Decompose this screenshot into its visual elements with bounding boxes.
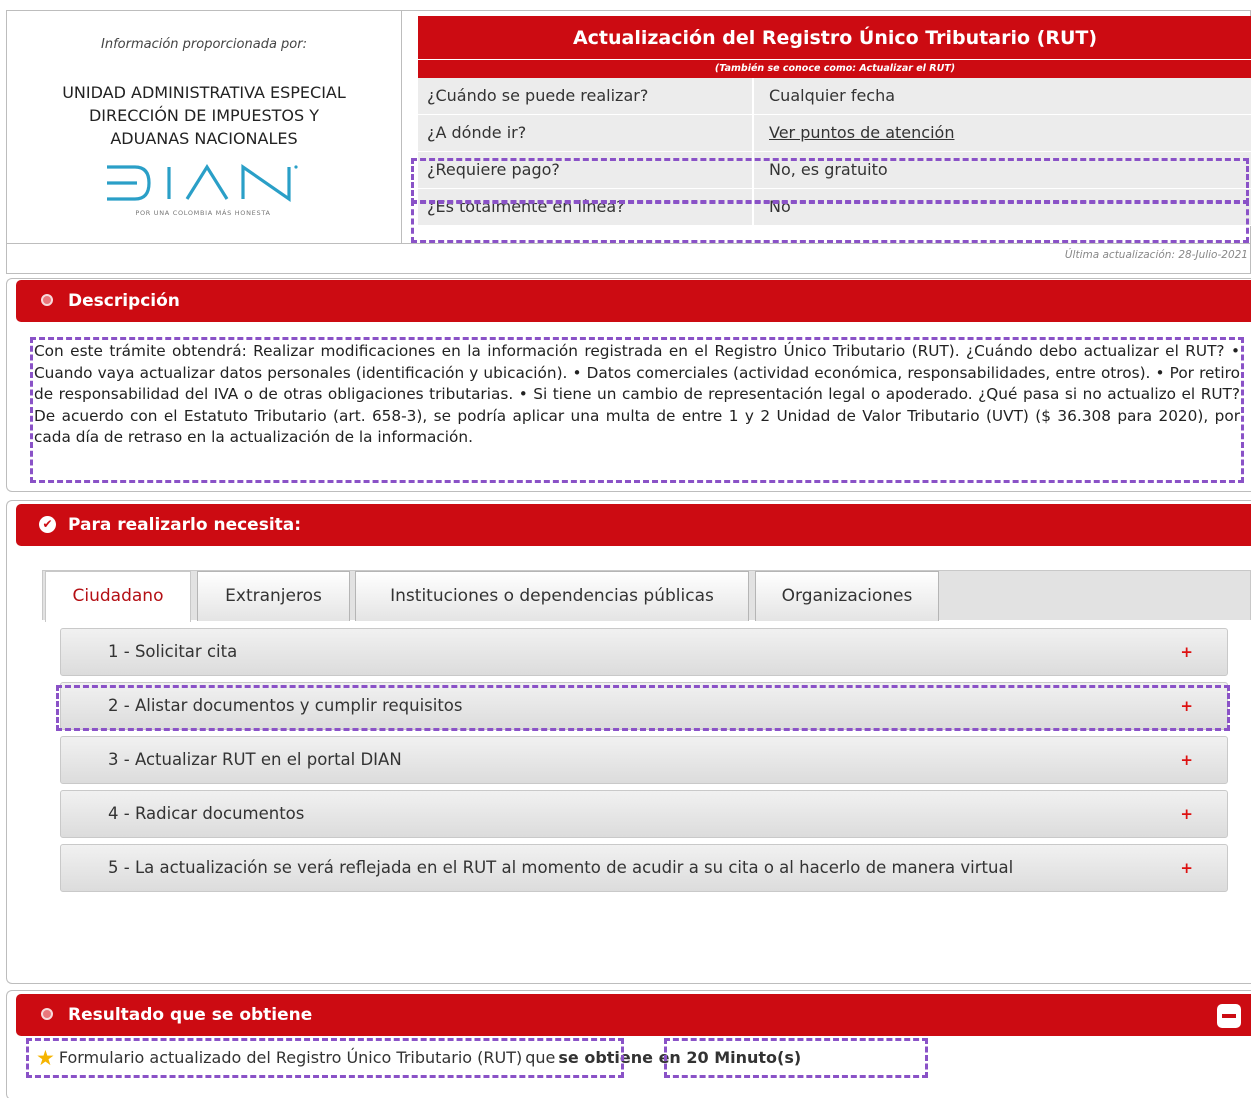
tab-ciudadano[interactable]: Ciudadano xyxy=(45,571,191,622)
info-answer: No xyxy=(769,197,791,216)
bullet-icon xyxy=(41,294,53,306)
result-connector: que xyxy=(525,1048,556,1067)
tab-organizaciones[interactable]: Organizaciones xyxy=(755,571,939,621)
provider-entity-name: UNIDAD ADMINISTRATIVA ESPECIAL DIRECCIÓN… xyxy=(7,81,401,150)
info-question: ¿A dónde ir? xyxy=(418,115,754,151)
step-label: 4 - Radicar documentos xyxy=(108,804,305,823)
procedure-alias: (También se conoce como: Actualizar el R… xyxy=(418,60,1251,78)
star-icon: ★ xyxy=(36,1046,55,1070)
step-label: 2 - Alistar documentos y cumplir requisi… xyxy=(108,696,463,715)
description-text: Con este trámite obtendrá: Realizar modi… xyxy=(34,342,1240,447)
info-answer: No, es gratuito xyxy=(769,160,888,179)
dian-slogan: POR UNA COLOMBIA MÁS HONESTA xyxy=(135,209,271,217)
result-item: Formulario actualizado del Registro Únic… xyxy=(58,1048,523,1067)
divider xyxy=(7,243,1250,244)
result-line: ★ Formulario actualizado del Registro Úni… xyxy=(36,1046,801,1070)
entity-line-2: DIRECCIÓN DE IMPUESTOS Y xyxy=(88,106,320,125)
info-answer: Cualquier fecha xyxy=(769,86,896,105)
section-title: Descripción xyxy=(68,291,180,311)
step-2-accordion[interactable]: 2 - Alistar documentos y cumplir requisi… xyxy=(60,682,1228,730)
description-header: Descripción xyxy=(16,280,1251,322)
info-row-online: ¿Es totalmente en línea? No xyxy=(418,189,1251,226)
provider-info: Información proporcionada por: UNIDAD AD… xyxy=(7,11,402,243)
bullet-icon xyxy=(41,1008,53,1020)
procedure-info-table: Actualización del Registro Único Tributa… xyxy=(418,16,1251,226)
result-time: se obtiene en 20 Minuto(s) xyxy=(558,1048,802,1067)
last-update-date: Última actualización: 28-Julio-2021 xyxy=(1064,249,1248,261)
plus-icon[interactable]: + xyxy=(1180,791,1193,837)
info-question: ¿Es totalmente en línea? xyxy=(418,189,754,225)
plus-icon[interactable]: + xyxy=(1180,845,1193,891)
info-question: ¿Requiere pago? xyxy=(418,152,754,188)
plus-icon[interactable]: + xyxy=(1180,737,1193,783)
dian-logo: POR UNA COLOMBIA MÁS HONESTA xyxy=(103,161,303,223)
audience-tabs: Ciudadano Extranjeros Instituciones o de… xyxy=(42,570,1251,622)
section-title: Resultado que se obtiene xyxy=(68,1005,313,1025)
dian-logo-mark xyxy=(107,163,298,203)
step-5-accordion[interactable]: 5 - La actualización se verá reflejada e… xyxy=(60,844,1228,892)
procedure-title: Actualización del Registro Único Tributa… xyxy=(418,16,1251,60)
provider-intro: Información proporcionada por: xyxy=(101,37,307,52)
info-row-where: ¿A dónde ir? Ver puntos de atención xyxy=(418,115,1251,152)
info-row-payment: ¿Requiere pago? No, es gratuito xyxy=(418,152,1251,189)
step-label: 5 - La actualización se verá reflejada e… xyxy=(108,858,1014,877)
attention-points-link[interactable]: Ver puntos de atención xyxy=(754,115,1251,151)
tab-extranjeros[interactable]: Extranjeros xyxy=(197,571,350,621)
step-1-accordion[interactable]: 1 - Solicitar cita + xyxy=(60,628,1228,676)
step-label: 3 - Actualizar RUT en el portal DIAN xyxy=(108,750,402,769)
entity-line-1: UNIDAD ADMINISTRATIVA ESPECIAL xyxy=(62,83,346,102)
result-header: Resultado que se obtiene xyxy=(16,994,1251,1036)
info-row-when: ¿Cuándo se puede realizar? Cualquier fec… xyxy=(418,78,1251,115)
check-circle-icon: ✔ xyxy=(39,516,56,533)
info-question: ¿Cuándo se puede realizar? xyxy=(418,78,754,114)
plus-icon[interactable]: + xyxy=(1180,629,1193,675)
section-title: Para realizarlo necesita: xyxy=(68,515,302,535)
requirements-header: ✔ Para realizarlo necesita: xyxy=(16,504,1251,546)
entity-line-3: ADUANAS NACIONALES xyxy=(110,129,298,148)
result-section: Resultado que se obtiene xyxy=(6,990,1251,1098)
step-3-accordion[interactable]: 3 - Actualizar RUT en el portal DIAN + xyxy=(60,736,1228,784)
step-4-accordion[interactable]: 4 - Radicar documentos + xyxy=(60,790,1228,838)
tab-instituciones[interactable]: Instituciones o dependencias públicas xyxy=(355,571,749,621)
step-label: 1 - Solicitar cita xyxy=(108,642,238,661)
minus-icon[interactable] xyxy=(1217,1004,1241,1028)
plus-icon[interactable]: + xyxy=(1180,683,1193,729)
procedure-summary-panel: Información proporcionada por: UNIDAD AD… xyxy=(6,10,1251,274)
